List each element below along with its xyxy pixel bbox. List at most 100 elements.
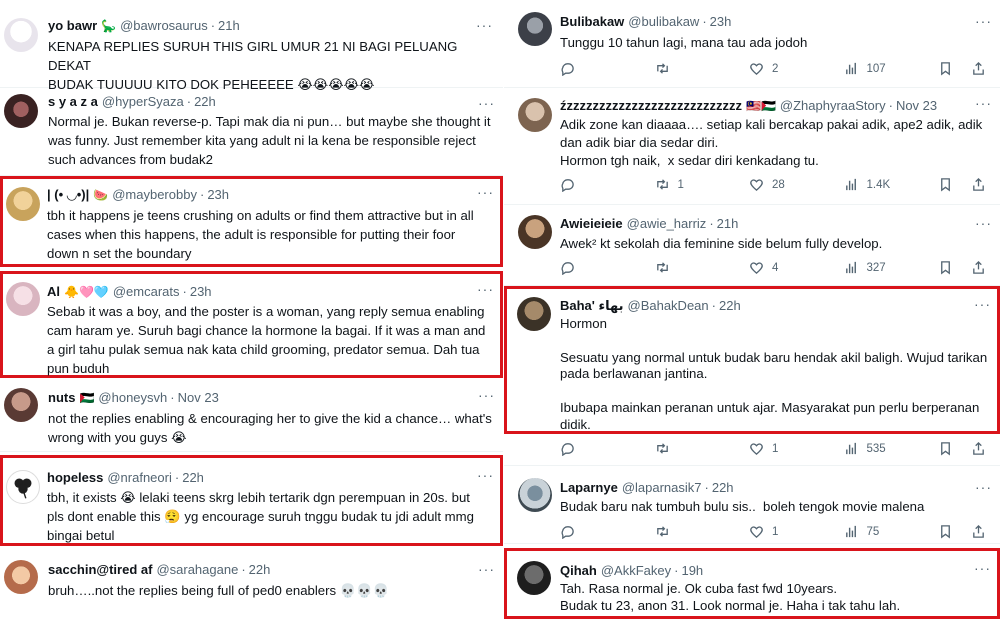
share-icon[interactable] (971, 61, 986, 76)
timestamp[interactable]: 19h (681, 563, 703, 579)
more-options-icon[interactable]: ··· (477, 468, 494, 482)
more-options-icon[interactable]: ··· (975, 480, 992, 494)
avatar[interactable] (6, 187, 40, 221)
timestamp[interactable]: 22h (249, 562, 271, 578)
more-options-icon[interactable]: ··· (975, 96, 992, 110)
reply-button[interactable] (560, 61, 620, 76)
timestamp[interactable]: 22h (182, 470, 204, 486)
retweet-button[interactable] (655, 61, 715, 76)
views-button[interactable]: 75 (844, 524, 904, 539)
reply-tweet[interactable]: nuts 🇵🇸 @honeysvh · Nov 23 ··· not the r… (0, 380, 503, 452)
user-handle[interactable]: @awie_harriz (627, 216, 707, 232)
more-options-icon[interactable]: ··· (974, 561, 991, 575)
display-name[interactable]: nuts (48, 390, 75, 406)
like-button[interactable]: 1 (749, 441, 809, 456)
display-name[interactable]: Awieieieie (560, 216, 623, 232)
timestamp[interactable]: Nov 23 (896, 98, 937, 114)
user-handle[interactable]: @bawrosaurus (120, 18, 208, 34)
reply-button[interactable] (560, 441, 620, 456)
avatar[interactable] (517, 561, 551, 595)
user-handle[interactable]: @ZhaphyraaStory (780, 98, 886, 114)
reply-button[interactable] (560, 524, 620, 539)
display-name[interactable]: sacchin@tired af (48, 562, 152, 578)
bookmark-icon[interactable] (938, 61, 953, 76)
display-name[interactable]: yo bawr (48, 18, 97, 34)
more-options-icon[interactable]: ··· (478, 562, 495, 576)
like-button[interactable]: 4 (749, 260, 809, 275)
bookmark-icon[interactable] (938, 441, 953, 456)
timestamp[interactable]: 23h (710, 14, 732, 30)
timestamp[interactable]: Nov 23 (178, 390, 219, 406)
views-button[interactable]: 107 (844, 61, 904, 76)
display-name[interactable]: Bulibakaw (560, 14, 624, 30)
avatar[interactable] (4, 388, 38, 422)
views-button[interactable]: 535 (844, 441, 904, 456)
retweet-button[interactable] (655, 441, 715, 456)
avatar[interactable] (4, 18, 38, 52)
user-handle[interactable]: @BahakDean (628, 298, 709, 314)
reply-tweet[interactable]: Bulibakaw @bulibakaw · 23h ··· Tunggu 10… (504, 0, 1000, 88)
timestamp[interactable]: 22h (719, 298, 741, 314)
timestamp[interactable]: 23h (190, 284, 212, 300)
share-icon[interactable] (971, 177, 986, 192)
user-handle[interactable]: @honeysvh (98, 390, 167, 406)
timestamp[interactable]: 21h (717, 216, 739, 232)
retweet-button[interactable]: 1 (655, 177, 715, 192)
avatar[interactable] (4, 94, 38, 128)
avatar[interactable] (4, 560, 38, 594)
avatar[interactable] (6, 282, 40, 316)
timestamp[interactable]: 22h (712, 480, 734, 496)
avatar[interactable] (517, 297, 551, 331)
more-options-icon[interactable]: ··· (478, 96, 495, 110)
bookmark-icon[interactable] (938, 524, 953, 539)
reply-tweet[interactable]: s y a z a @hyperSyaza · 22h ··· Normal j… (0, 88, 503, 176)
reply-tweet[interactable]: yo bawr 🦕 @bawrosaurus · 21h ··· KENAPA … (0, 0, 503, 92)
retweet-button[interactable] (655, 524, 715, 539)
display-name[interactable]: Baha' بهاء (560, 298, 624, 314)
more-options-icon[interactable]: ··· (477, 282, 494, 296)
timestamp[interactable]: 22h (194, 94, 216, 110)
more-options-icon[interactable]: ··· (477, 185, 494, 199)
user-handle[interactable]: @laparnasik7 (622, 480, 702, 496)
highlighted-reply-tweet[interactable]: Al 🐥🩷🩵 @emcarats · 23h ··· Sebab it was … (0, 271, 503, 378)
highlighted-reply-tweet[interactable]: Qihah @AkkFakey · 19h ··· Tah. Rasa norm… (504, 548, 1000, 619)
display-name[interactable]: hopeless (47, 470, 103, 486)
more-options-icon[interactable]: ··· (975, 216, 992, 230)
display-name[interactable]: Al (47, 284, 60, 300)
share-icon[interactable] (971, 524, 986, 539)
like-button[interactable]: 2 (749, 61, 809, 76)
display-name[interactable]: Qihah (560, 563, 597, 579)
like-button[interactable]: 1 (749, 524, 809, 539)
highlighted-reply-tweet[interactable]: | (• ◡•)| 🍉 @mayberobby · 23h ··· tbh it… (0, 176, 503, 267)
user-handle[interactable]: @mayberobby (112, 187, 197, 203)
bookmark-icon[interactable] (938, 260, 953, 275)
timestamp[interactable]: 21h (218, 18, 240, 34)
avatar[interactable] (6, 470, 40, 504)
timestamp[interactable]: 23h (207, 187, 229, 203)
user-handle[interactable]: @AkkFakey (601, 563, 671, 579)
views-button[interactable]: 1.4K (844, 177, 904, 192)
user-handle[interactable]: @nrafneori (107, 470, 172, 486)
user-handle[interactable]: @bulibakaw (628, 14, 699, 30)
user-handle[interactable]: @sarahagane (156, 562, 238, 578)
more-options-icon[interactable]: ··· (974, 297, 991, 311)
more-options-icon[interactable]: ··· (478, 388, 495, 402)
bookmark-icon[interactable] (938, 177, 953, 192)
like-button[interactable]: 28 (749, 177, 809, 192)
reply-button[interactable] (560, 260, 620, 275)
highlighted-reply-tweet[interactable]: Baha' بهاء @BahakDean · 22h ··· Hormon S… (504, 286, 1000, 434)
user-handle[interactable]: @emcarats (113, 284, 180, 300)
display-name[interactable]: źzzzzzzzzzzzzzzzzzzzzzzzzzzz (560, 98, 742, 114)
display-name[interactable]: | (• ◡•)| (47, 187, 89, 203)
avatar[interactable] (518, 98, 552, 132)
avatar[interactable] (518, 215, 552, 249)
more-options-icon[interactable]: ··· (975, 14, 992, 28)
display-name[interactable]: s y a z a (48, 94, 98, 110)
highlighted-reply-tweet[interactable]: hopeless @nrafneori · 22h ··· tbh, it ex… (0, 455, 503, 546)
reply-tweet[interactable]: sacchin@tired af @sarahagane · 22h ··· b… (0, 550, 503, 623)
avatar[interactable] (518, 478, 552, 512)
retweet-button[interactable] (655, 260, 715, 275)
user-handle[interactable]: @hyperSyaza (102, 94, 184, 110)
reply-tweet[interactable]: Laparnye @laparnasik7 · 22h ··· Budak ba… (504, 466, 1000, 544)
share-icon[interactable] (971, 441, 986, 456)
